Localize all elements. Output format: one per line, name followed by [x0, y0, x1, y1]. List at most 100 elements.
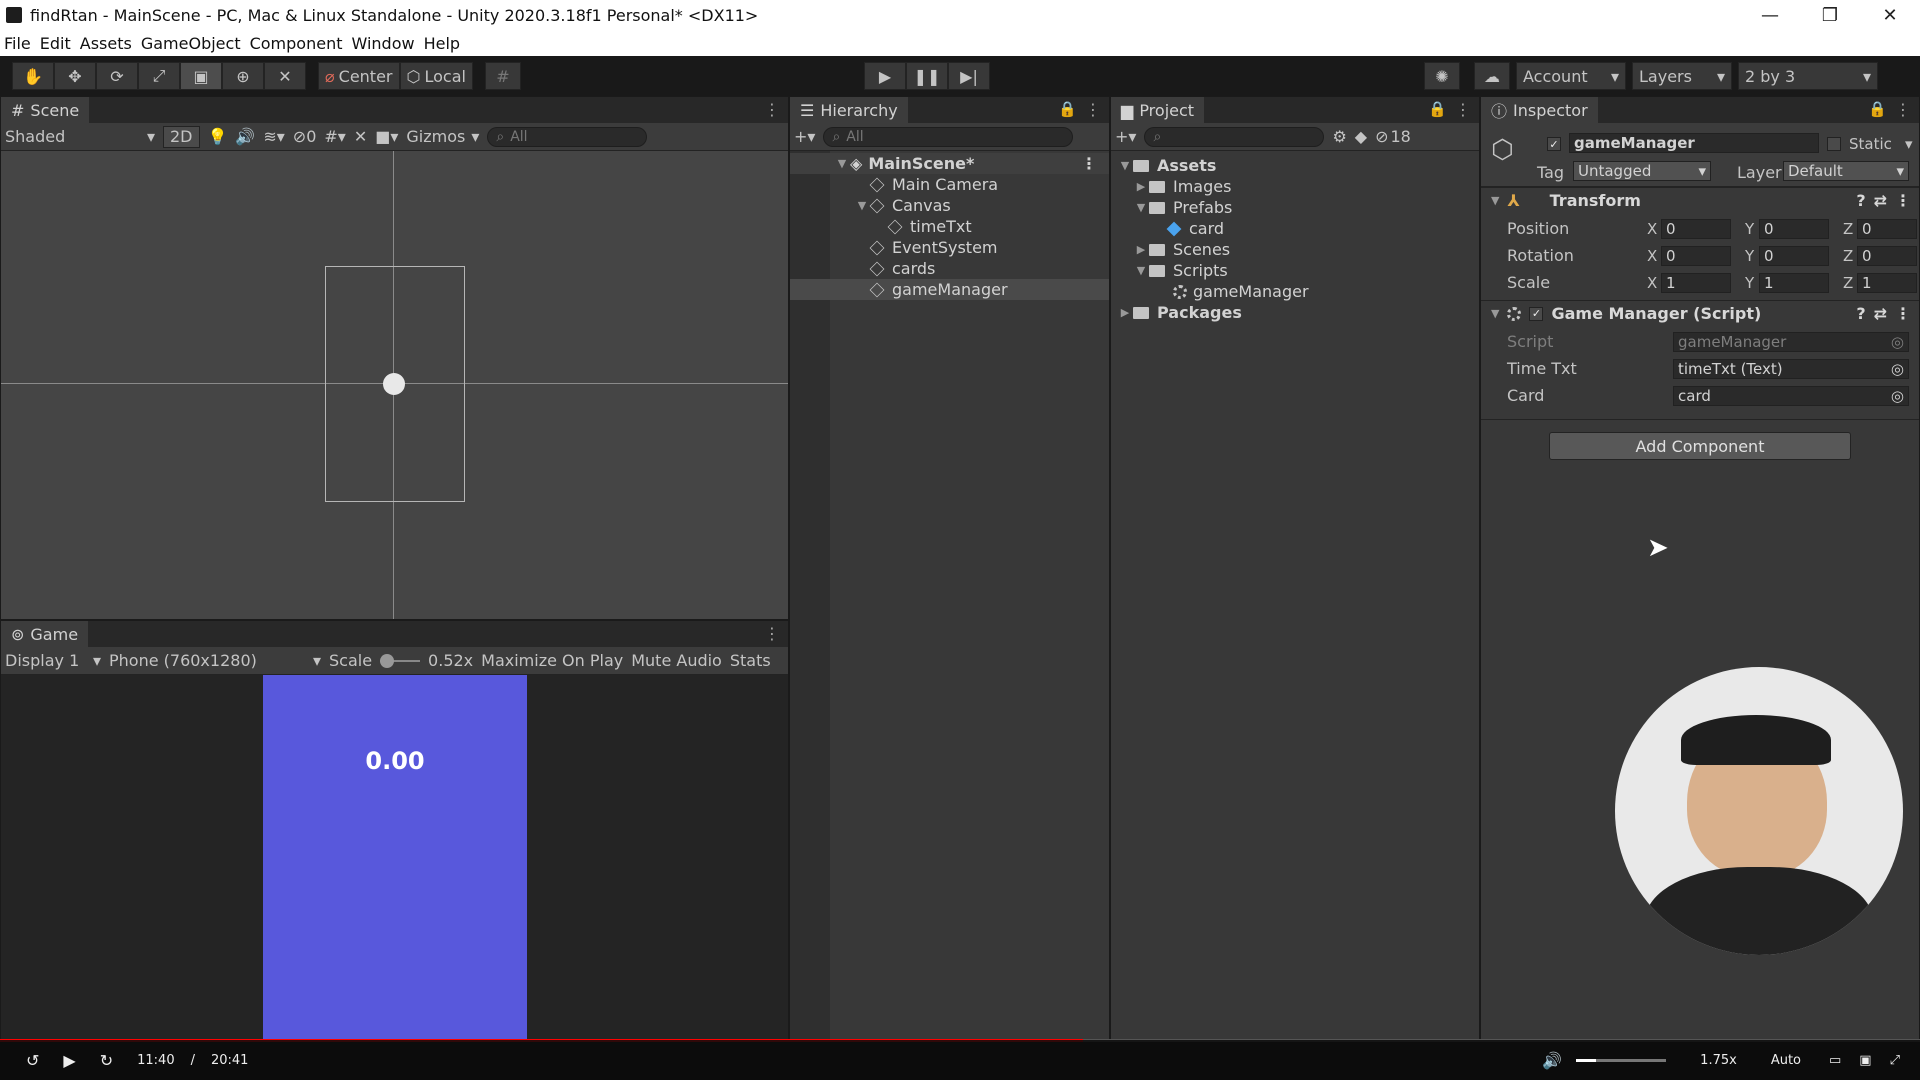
play-icon[interactable]: ▶	[63, 1051, 75, 1070]
move-tool-icon[interactable]: ✥	[54, 62, 96, 90]
display-dropdown[interactable]: Display 1 ▾	[5, 651, 101, 670]
scale-y-field[interactable]: 1	[1759, 272, 1829, 293]
project-search-input[interactable]: ⌕	[1144, 126, 1325, 147]
position-z-field[interactable]: 0	[1857, 218, 1917, 239]
create-plus-icon[interactable]: +▾	[1115, 127, 1136, 146]
expand-arrow-icon[interactable]: ▼	[1491, 307, 1499, 320]
scene-root-row[interactable]: ▼ ◈ MainScene* ⋮	[790, 153, 1109, 174]
stats-toggle[interactable]: Stats	[730, 651, 771, 670]
panel-menu-icon[interactable]: ⋮	[1895, 100, 1911, 119]
expand-arrow-icon[interactable]: ▼	[834, 157, 850, 170]
gizmos-dropdown[interactable]: Gizmos ▾	[406, 127, 479, 146]
tab-hierarchy[interactable]: ☰ Hierarchy	[790, 97, 908, 123]
captions-icon[interactable]: ▭	[1829, 1053, 1841, 1068]
scale-z-field[interactable]: 1	[1857, 272, 1917, 293]
forward-icon[interactable]: ↻	[100, 1051, 113, 1070]
hierarchy-item[interactable]: Main Camera	[790, 174, 1109, 195]
expand-arrow-icon[interactable]: ▼	[1117, 159, 1133, 172]
project-asset[interactable]: gameManager	[1111, 281, 1479, 302]
hidden-packages-toggle[interactable]: ⊘ 18	[1375, 127, 1411, 146]
maximize-on-play-toggle[interactable]: Maximize On Play	[481, 651, 623, 670]
menu-assets[interactable]: Assets	[80, 34, 132, 53]
expand-arrow-icon[interactable]: ▶	[1133, 180, 1149, 193]
rect-tool-icon[interactable]: ▣	[180, 62, 222, 90]
pivot-center-toggle[interactable]: ⌀ Center	[318, 62, 400, 90]
menu-edit[interactable]: Edit	[40, 34, 71, 53]
effects-icon[interactable]: ≋▾	[263, 127, 284, 146]
expand-arrow-icon[interactable]: ▼	[1491, 194, 1499, 207]
project-folder[interactable]: ▶ Images	[1111, 176, 1479, 197]
object-picker-icon[interactable]: ◎	[1891, 360, 1904, 378]
playback-speed[interactable]: 1.75x	[1700, 1053, 1737, 1068]
component-menu-icon[interactable]: ⋮	[1895, 191, 1911, 210]
pivot-local-toggle[interactable]: ⬡ Local	[399, 62, 473, 90]
layers-dropdown[interactable]: Layers ▾	[1632, 62, 1732, 90]
lighting-icon[interactable]: 💡	[208, 127, 228, 146]
preset-icon[interactable]: ⇄	[1874, 191, 1887, 210]
project-folder[interactable]: ▼ Prefabs	[1111, 197, 1479, 218]
panel-menu-icon[interactable]: ⋮	[1455, 100, 1471, 119]
menu-component[interactable]: Component	[250, 34, 343, 53]
project-folder[interactable]: ▶ Scenes	[1111, 239, 1479, 260]
panel-menu-icon[interactable]: ⋮	[764, 624, 780, 643]
shading-mode-dropdown[interactable]: Shaded ▾	[5, 127, 155, 146]
component-menu-icon[interactable]: ⋮	[1895, 304, 1911, 323]
lock-icon[interactable]: 🔒	[1428, 100, 1447, 118]
fullscreen-icon[interactable]: ⤢	[1890, 1053, 1900, 1068]
card-reference-field[interactable]: card ◎	[1673, 385, 1909, 406]
custom-tool-icon[interactable]: ✕	[264, 62, 306, 90]
preset-icon[interactable]: ⇄	[1874, 304, 1887, 323]
hierarchy-search-input[interactable]: ⌕ All	[823, 126, 1074, 147]
layout-dropdown[interactable]: 2 by 3 ▾	[1738, 62, 1878, 90]
collab-icon[interactable]: ✺	[1424, 62, 1460, 90]
rotation-x-field[interactable]: 0	[1661, 245, 1731, 266]
play-button-icon[interactable]: ▶	[864, 62, 906, 90]
tools-icon[interactable]: ✕	[354, 127, 367, 146]
scale-tool-icon[interactable]: ⤢	[138, 62, 180, 90]
filter-type-icon[interactable]: ⚙	[1332, 127, 1346, 146]
object-name-field[interactable]: gameManager	[1569, 133, 1819, 153]
hierarchy-item[interactable]: EventSystem	[790, 237, 1109, 258]
scene-search-input[interactable]: ⌕ All	[487, 126, 648, 147]
mute-audio-toggle[interactable]: Mute Audio	[631, 651, 722, 670]
panel-menu-icon[interactable]: ⋮	[1085, 100, 1101, 119]
help-icon[interactable]: ?	[1856, 191, 1865, 210]
hierarchy-item-selected[interactable]: gameManager	[790, 279, 1109, 300]
hierarchy-item[interactable]: ▼ Canvas	[790, 195, 1109, 216]
tab-project[interactable]: ▆ Project	[1111, 97, 1205, 123]
tab-game[interactable]: ⊚ Game	[1, 621, 89, 647]
tab-inspector[interactable]: ⓘ Inspector	[1481, 97, 1598, 123]
add-component-button[interactable]: Add Component	[1549, 432, 1851, 460]
rotate-tool-icon[interactable]: ⟳	[96, 62, 138, 90]
component-enabled-checkbox[interactable]: ✓	[1529, 306, 1544, 321]
grid-toggle-icon[interactable]: #▾	[324, 127, 345, 146]
scale-slider[interactable]	[380, 653, 421, 668]
step-button-icon[interactable]: ▶|	[948, 62, 990, 90]
account-dropdown[interactable]: Account ▾	[1516, 62, 1626, 90]
menu-help[interactable]: Help	[424, 34, 460, 53]
timetxt-reference-field[interactable]: timeTxt (Text) ◎	[1673, 358, 1909, 379]
position-x-field[interactable]: 0	[1661, 218, 1731, 239]
tag-dropdown[interactable]: Untagged ▾	[1573, 161, 1711, 181]
chevron-down-icon[interactable]: ▾	[1905, 135, 1913, 153]
audio-icon[interactable]: 🔊	[235, 127, 255, 146]
active-checkbox[interactable]: ✓	[1547, 137, 1561, 151]
rotation-y-field[interactable]: 0	[1759, 245, 1829, 266]
script-component-header[interactable]: ▼ ✓ Game Manager (Script) ? ⇄ ⋮	[1481, 300, 1919, 326]
lock-icon[interactable]: 🔒	[1058, 100, 1077, 118]
minimize-button[interactable]: —	[1740, 5, 1800, 26]
camera-icon[interactable]: ■▾	[375, 127, 398, 146]
camera-gizmo-icon[interactable]	[383, 373, 405, 395]
menu-window[interactable]: Window	[351, 34, 414, 53]
cloud-icon[interactable]: ☁	[1474, 62, 1510, 90]
expand-arrow-icon[interactable]: ▼	[1133, 201, 1149, 214]
expand-arrow-icon[interactable]: ▼	[1133, 264, 1149, 277]
transform-tool-icon[interactable]: ⊕	[222, 62, 264, 90]
help-icon[interactable]: ?	[1856, 304, 1865, 323]
hidden-objects-toggle[interactable]: ⊘0	[293, 127, 317, 146]
menu-gameobject[interactable]: GameObject	[141, 34, 241, 53]
game-viewport[interactable]: 0.00	[1, 675, 788, 1039]
grid-snap-icon[interactable]: #	[484, 62, 521, 90]
pause-button-icon[interactable]: ❚❚	[906, 62, 948, 90]
project-folder[interactable]: ▼ Assets	[1111, 155, 1479, 176]
